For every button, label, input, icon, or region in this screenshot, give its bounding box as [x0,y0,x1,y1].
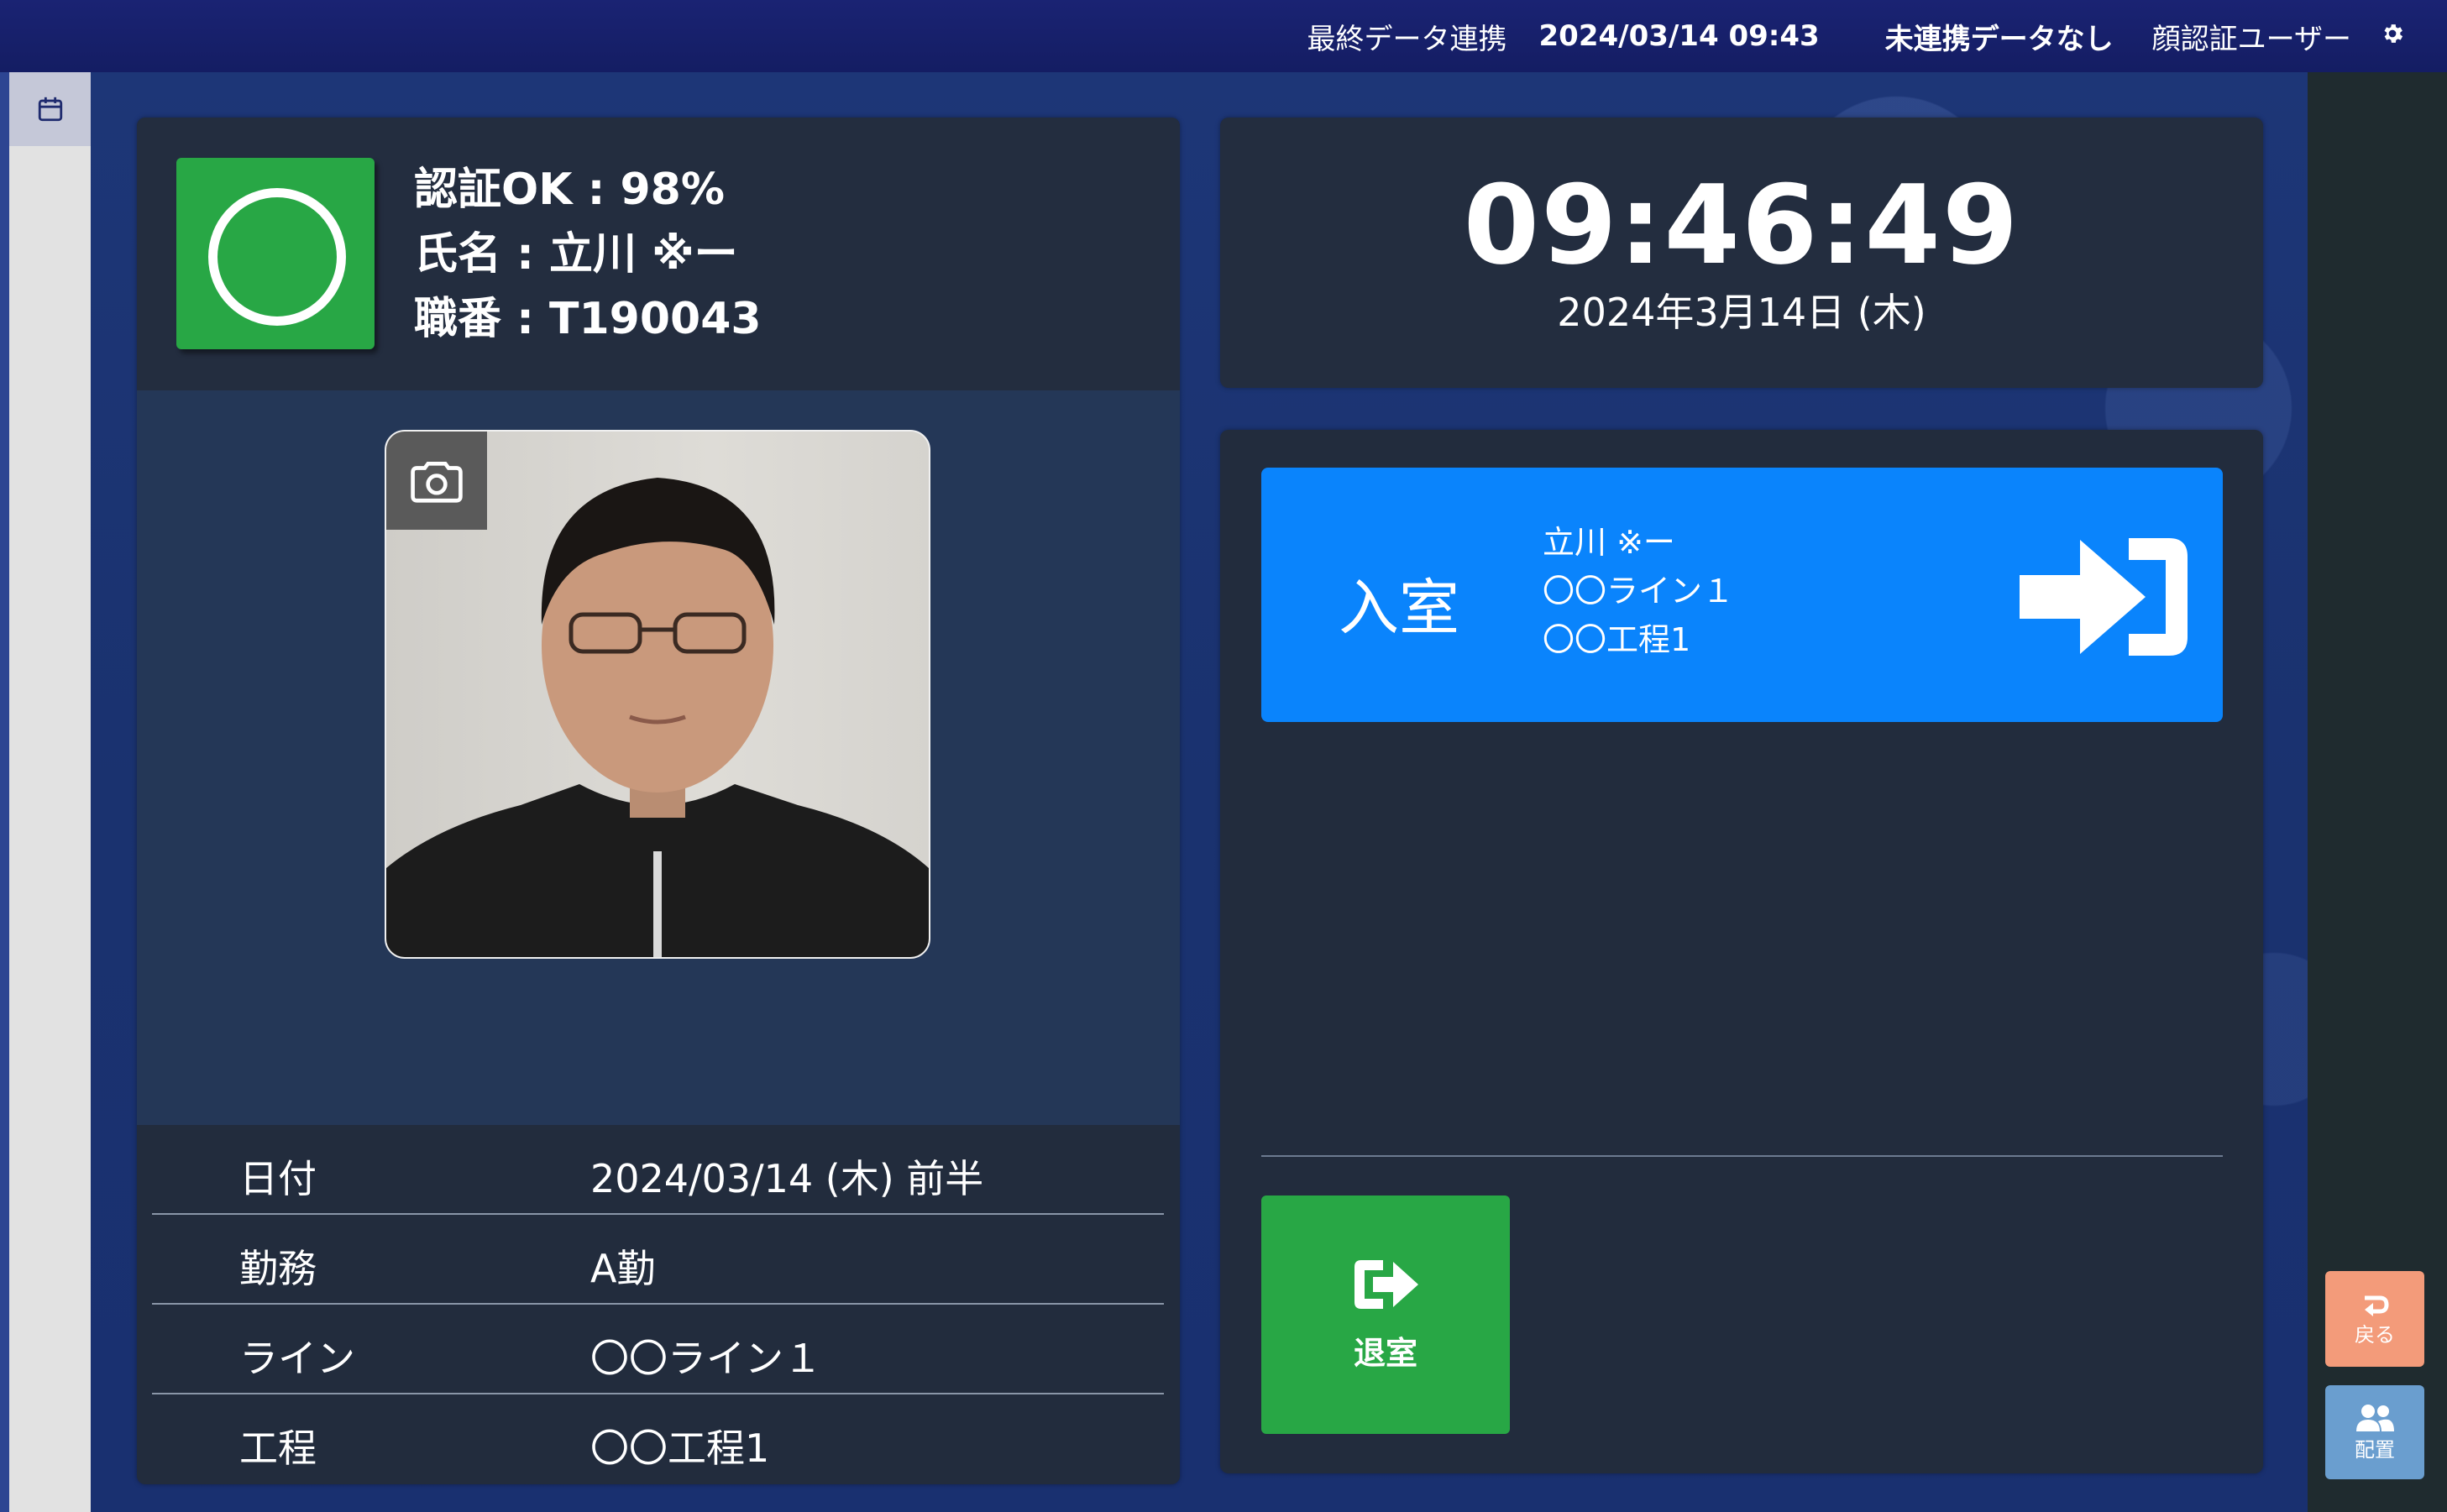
face-photo [385,430,930,959]
entry-process: 〇〇工程1 [1543,621,1691,658]
table-row: 工程 〇〇工程1 [152,1394,1164,1483]
info-value: 〇〇ライン１ [590,1336,822,1381]
exit-button[interactable]: 退室 [1261,1195,1510,1434]
info-table: 日付 2024/03/14 (木) 前半 勤務 A勤 ライン 〇〇ライン１ 工程… [152,1125,1164,1483]
back-button[interactable]: 戻る [2325,1271,2424,1367]
divider [1261,1155,2223,1157]
assign-label: 配置 [2355,1437,2395,1462]
unsynced-status: 未連携データなし [1884,22,2114,56]
assign-button[interactable]: 配置 [2325,1385,2424,1479]
sign-in-icon [2020,538,2188,656]
clock-time: 09:46:49 [1463,161,2020,289]
sign-out-icon [1354,1259,1418,1309]
window-edge [0,0,9,1512]
calendar-icon[interactable] [9,72,91,146]
clock-panel: 09:46:49 2024年3月14日 (木) [1220,118,2263,388]
entry-line: 〇〇ライン１ [1543,573,1735,610]
employee-number: 職番 : T190043 [414,294,762,344]
info-label: 工程 [239,1426,317,1471]
camera-icon[interactable] [386,432,487,530]
user-name[interactable]: 顔認証ユーザー [2152,16,2351,57]
users-icon [2356,1404,2394,1431]
auth-header: 認証OK : 98% 氏名 : 立川 ※ー 職番 : T190043 [137,118,1180,390]
circle-ok-icon [176,158,375,349]
info-label: 勤務 [239,1246,317,1291]
employee-name: 氏名 : 立川 ※ー [414,229,738,280]
back-label: 戻る [2355,1322,2395,1347]
info-label: ライン [239,1336,355,1381]
table-row: ライン 〇〇ライン１ [152,1305,1164,1394]
entry-label: 入室 [1339,573,1460,643]
return-icon [2365,1295,2389,1316]
info-value: 〇〇工程1 [590,1426,770,1471]
sidebar [9,72,91,1512]
top-bar: 最終データ連携 2024/03/14 09:43 未連携データなし 顔認証ユーザ… [0,0,2447,72]
exit-label: 退室 [1353,1334,1417,1372]
entry-record-card[interactable]: 入室 立川 ※ー 〇〇ライン１ 〇〇工程1 [1261,468,2223,722]
gear-icon[interactable] [2380,19,2405,54]
event-panel: 入室 立川 ※ー 〇〇ライン１ 〇〇工程1 退室 [1220,430,2263,1473]
table-row: 勤務 A勤 [152,1215,1164,1305]
last-sync-time: 2024/03/14 09:43 [1538,19,1820,53]
auth-result-panel: 認証OK : 98% 氏名 : 立川 ※ー 職番 : T190043 日付 20… [137,118,1180,1484]
last-sync-label: 最終データ連携 [1307,22,1507,56]
entry-name: 立川 ※ー [1543,524,1675,561]
clock-date: 2024年3月14日 (木) [1557,290,1926,335]
info-label: 日付 [239,1156,317,1201]
info-value: 2024/03/14 (木) 前半 [590,1156,984,1201]
info-value: A勤 [590,1246,656,1291]
table-row: 日付 2024/03/14 (木) 前半 [152,1125,1164,1215]
auth-score: 認証OK : 98% [414,165,725,215]
